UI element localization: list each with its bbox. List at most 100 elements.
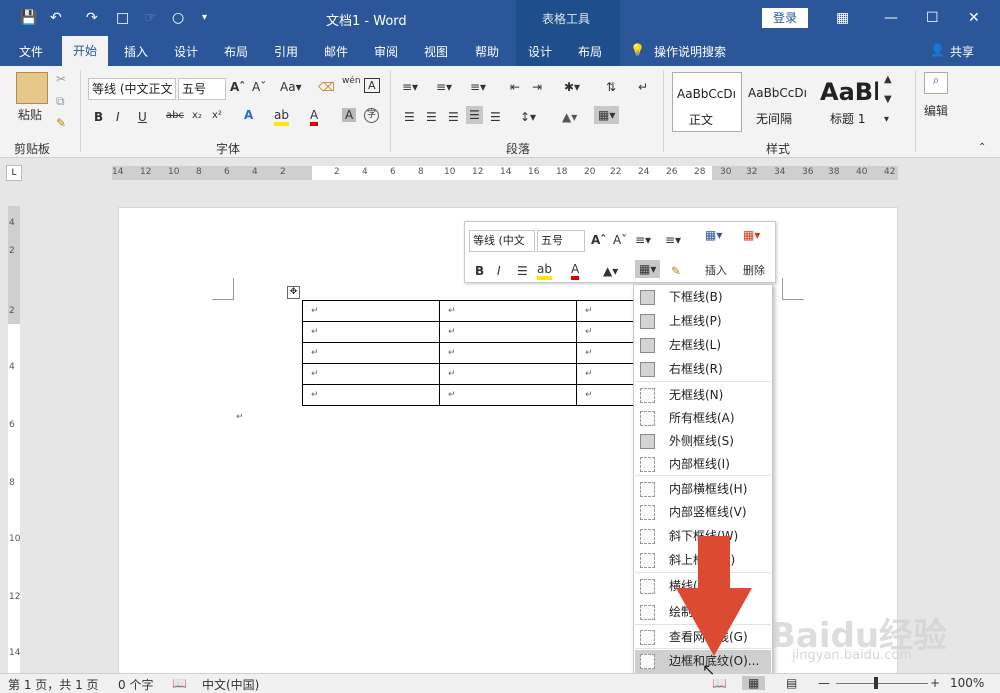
mini-font-combo[interactable]: 等线 (中文	[469, 230, 535, 252]
chinese-layout-icon[interactable]: ✱▾	[564, 80, 580, 94]
web-layout-icon[interactable]: ▤	[786, 676, 797, 690]
tab-design[interactable]: 设计	[174, 43, 198, 60]
mini-bold-icon[interactable]: B	[475, 264, 484, 278]
mini-font-color-icon[interactable]: A	[571, 262, 580, 280]
change-case-icon[interactable]: Aa▾	[280, 80, 302, 94]
tab-selector[interactable]: L	[6, 165, 22, 181]
text-effects-icon[interactable]: A	[244, 108, 253, 122]
underline-icon[interactable]: U	[138, 110, 147, 124]
tab-view[interactable]: 视图	[424, 43, 448, 60]
language[interactable]: 中文(中国)	[202, 676, 259, 693]
mini-format-painter-icon[interactable]: ✎	[671, 264, 681, 278]
save-icon[interactable]: 💾	[20, 8, 37, 28]
share-button[interactable]: 共享	[950, 43, 974, 60]
format-painter-icon[interactable]: ✎	[56, 116, 66, 130]
redo-icon[interactable]: ↷	[86, 8, 98, 28]
new-doc-icon[interactable]: □	[116, 8, 129, 28]
circle-icon[interactable]: ○	[172, 8, 184, 28]
highlight-icon[interactable]: ab	[274, 108, 289, 126]
tab-help[interactable]: 帮助	[475, 43, 499, 60]
minimize-icon[interactable]: —	[884, 8, 898, 28]
mini-shrink-font-icon[interactable]: Aˇ	[613, 233, 627, 247]
undo-icon[interactable]: ↶	[50, 8, 62, 28]
char-shading-icon[interactable]: A	[342, 108, 357, 122]
justify-icon[interactable]: ☰	[466, 106, 483, 124]
shrink-font-icon[interactable]: Aˇ	[252, 80, 266, 94]
menu-item-left-border[interactable]: 左框线(L)	[635, 334, 771, 357]
word-count[interactable]: 0 个字	[118, 676, 153, 693]
mini-italic-icon[interactable]: I	[497, 264, 501, 278]
tab-file[interactable]: 文件	[19, 43, 43, 60]
menu-item-outside-borders[interactable]: 外侧框线(S)	[635, 430, 771, 453]
paste-icon[interactable]	[16, 72, 48, 104]
menu-item-inside-vertical-border[interactable]: 内部竖框线(V)	[635, 501, 771, 524]
font-size-combo[interactable]: 五号	[178, 78, 226, 100]
phonetic-guide-icon[interactable]: wén	[342, 76, 361, 86]
subscript-icon[interactable]: x₂	[192, 110, 202, 121]
tab-table-design[interactable]: 设计	[528, 43, 552, 60]
superscript-icon[interactable]: x²	[212, 110, 222, 121]
menu-item-right-border[interactable]: 右框线(R)	[635, 358, 771, 381]
touch-mode-icon[interactable]: ☞	[144, 8, 157, 28]
style-normal[interactable]: AaBbCcDı 正文	[672, 72, 742, 132]
increase-indent-icon[interactable]: ⇥	[532, 80, 542, 94]
proofing-icon[interactable]: 📖	[172, 676, 187, 690]
mini-numbering-icon[interactable]: ≡▾	[665, 233, 681, 247]
menu-item-top-border[interactable]: 上框线(P)	[635, 310, 771, 333]
distribute-icon[interactable]: ☰	[490, 110, 501, 124]
paste-button[interactable]: 粘贴	[18, 106, 42, 123]
page-count[interactable]: 第 1 页，共 1 页	[8, 676, 99, 693]
edit-button[interactable]: 编辑	[924, 102, 948, 119]
zoom-in-icon[interactable]: +	[930, 676, 940, 690]
mini-delete-button[interactable]: 删除	[743, 262, 765, 278]
numbering-icon[interactable]: ≡▾	[436, 80, 452, 94]
styles-scroll-down-icon[interactable]: ▼	[884, 94, 892, 105]
grow-font-icon[interactable]: Aˆ	[230, 80, 245, 94]
multilevel-list-icon[interactable]: ≡▾	[470, 80, 486, 94]
mini-delete-table-icon[interactable]: ▦▾	[743, 228, 760, 242]
mini-highlight-icon[interactable]: ab	[537, 262, 552, 280]
sort-icon[interactable]: ⇅	[606, 80, 616, 94]
zoom-out-icon[interactable]: —	[818, 676, 830, 690]
menu-item-no-border[interactable]: 无框线(N)	[635, 384, 771, 407]
menu-item-bottom-border[interactable]: 下框线(B)	[635, 286, 771, 309]
mini-shading-icon[interactable]: ▲▾	[603, 264, 618, 278]
menu-item-inside-horizontal-border[interactable]: 内部横框线(H)	[635, 478, 771, 501]
align-left-icon[interactable]: ☰	[404, 110, 415, 124]
tell-me-search[interactable]: 操作说明搜索	[654, 43, 726, 60]
mini-insert-button[interactable]: 插入	[705, 262, 727, 278]
zoom-level[interactable]: 100%	[950, 676, 984, 690]
cut-icon[interactable]: ✂	[56, 72, 66, 86]
maximize-icon[interactable]: ☐	[926, 8, 939, 28]
tab-insert[interactable]: 插入	[124, 43, 148, 60]
line-spacing-icon[interactable]: ↕▾	[520, 110, 536, 124]
collapse-ribbon-icon[interactable]: ⌃	[978, 142, 986, 153]
ribbon-options-icon[interactable]: ▦	[836, 8, 849, 28]
show-marks-icon[interactable]: ↵	[638, 80, 648, 94]
bold-icon[interactable]: B	[94, 110, 103, 124]
strikethrough-icon[interactable]: abc	[166, 110, 184, 121]
italic-icon[interactable]: I	[116, 110, 120, 124]
clear-format-icon[interactable]: ⌫	[318, 80, 335, 94]
mini-borders-icon[interactable]: ▦▾	[635, 260, 661, 278]
tab-references[interactable]: 引用	[274, 43, 298, 60]
styles-more-icon[interactable]: ▾	[884, 114, 889, 125]
align-center-icon[interactable]: ☰	[426, 110, 437, 124]
style-heading1[interactable]: AaBl 标题 1	[816, 72, 878, 132]
align-right-icon[interactable]: ☰	[448, 110, 459, 124]
borders-icon[interactable]: ▦▾	[594, 106, 620, 124]
mini-insert-table-icon[interactable]: ▦▾	[705, 228, 722, 242]
tab-home[interactable]: 开始	[62, 36, 108, 66]
copy-icon[interactable]: ⧉	[56, 94, 65, 109]
menu-item-all-borders[interactable]: 所有框线(A)	[635, 407, 771, 430]
close-icon[interactable]: ✕	[968, 8, 980, 28]
styles-scroll-up-icon[interactable]: ▲	[884, 74, 892, 85]
tab-table-layout[interactable]: 布局	[578, 43, 602, 60]
enclose-char-icon[interactable]: 字	[364, 108, 379, 123]
tab-mailings[interactable]: 邮件	[324, 43, 348, 60]
tab-review[interactable]: 审阅	[374, 43, 398, 60]
menu-item-inside-borders[interactable]: 内部框线(I)	[635, 453, 771, 476]
decrease-indent-icon[interactable]: ⇤	[510, 80, 520, 94]
customize-qat-icon[interactable]: ▾	[202, 8, 207, 28]
mini-grow-font-icon[interactable]: Aˆ	[591, 233, 606, 247]
